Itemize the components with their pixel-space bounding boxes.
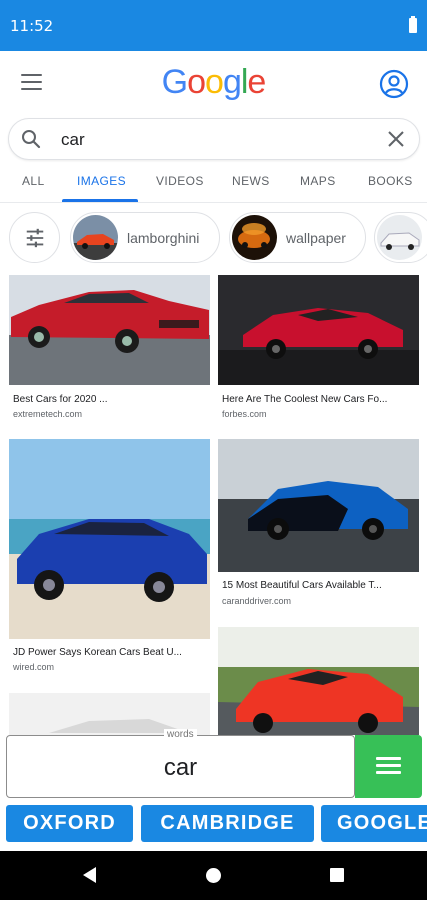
active-tab-indicator xyxy=(62,199,138,202)
clear-icon[interactable] xyxy=(387,130,405,148)
result-source: caranddriver.com xyxy=(222,596,292,606)
word-value: car xyxy=(163,754,198,781)
tab-maps[interactable]: MAPS xyxy=(300,174,336,188)
cambridge-button[interactable]: CAMBRIDGE xyxy=(141,805,314,842)
screen: 11:52 Google ALL IMAGES VIDEOS N xyxy=(0,0,427,900)
chip-thumbnail xyxy=(232,215,277,260)
result-source: forbes.com xyxy=(222,409,267,419)
result-source: wired.com xyxy=(13,662,55,672)
chip-thumbnail xyxy=(377,215,422,260)
result-image xyxy=(218,439,419,572)
result-title: 15 Most Beautiful Cars Available T... xyxy=(222,580,382,591)
image-result[interactable]: Here Are The Coolest New Cars Fo... forb… xyxy=(218,275,419,425)
tune-icon xyxy=(26,228,44,248)
image-result[interactable] xyxy=(218,627,419,735)
navigation-bar xyxy=(0,851,427,900)
word-field-label: words xyxy=(164,729,197,740)
oxford-button[interactable]: OXFORD xyxy=(6,805,133,842)
logo-letter: G xyxy=(161,63,188,101)
search-icon[interactable] xyxy=(21,129,41,149)
result-image xyxy=(218,275,419,385)
tab-books[interactable]: BOOKS xyxy=(368,174,413,188)
related-chips: lamborghini wallpaper xyxy=(0,212,427,264)
account-icon[interactable] xyxy=(379,69,409,99)
filter-chip[interactable] xyxy=(9,212,60,263)
result-title: Best Cars for 2020 ... xyxy=(13,394,108,405)
search-tabs: ALL IMAGES VIDEOS NEWS MAPS BOOKS xyxy=(0,163,427,203)
chip-label: wallpaper xyxy=(286,230,346,246)
google-logo: Google xyxy=(0,63,427,102)
home-icon[interactable] xyxy=(206,868,221,883)
logo-letter: o xyxy=(187,63,206,101)
result-title: JD Power Says Korean Cars Beat U... xyxy=(13,647,182,658)
image-result[interactable]: Best Cars for 2020 ... extremetech.com xyxy=(9,275,210,425)
status-time: 11:52 xyxy=(10,17,54,35)
tab-news[interactable]: NEWS xyxy=(232,174,270,188)
chip-wallpaper[interactable]: wallpaper xyxy=(229,212,366,263)
logo-letter: g xyxy=(222,63,242,101)
back-icon[interactable] xyxy=(83,867,96,883)
result-image xyxy=(9,275,210,385)
result-title: Here Are The Coolest New Cars Fo... xyxy=(222,394,388,405)
search-bar xyxy=(8,118,420,160)
battery-icon xyxy=(409,16,417,33)
app-header: Google xyxy=(0,51,427,115)
list-button[interactable] xyxy=(355,735,422,798)
status-bar: 11:52 xyxy=(0,0,427,51)
result-image xyxy=(218,627,419,735)
result-source: extremetech.com xyxy=(13,409,83,419)
result-image xyxy=(9,439,210,639)
chip-partial[interactable] xyxy=(374,212,427,263)
image-result[interactable]: JD Power Says Korean Cars Beat U... wire… xyxy=(9,439,210,679)
logo-letter: o xyxy=(205,63,224,101)
chip-thumbnail xyxy=(73,215,118,260)
chip-lamborghini[interactable]: lamborghini xyxy=(70,212,220,263)
tab-all[interactable]: ALL xyxy=(22,174,45,188)
logo-letter: e xyxy=(247,63,266,101)
image-result[interactable]: 15 Most Beautiful Cars Available T... ca… xyxy=(218,439,419,614)
search-input[interactable] xyxy=(61,127,361,153)
recents-icon[interactable] xyxy=(330,868,344,882)
list-icon xyxy=(376,757,401,775)
tab-images[interactable]: IMAGES xyxy=(77,174,126,188)
tab-videos[interactable]: VIDEOS xyxy=(156,174,204,188)
google-button[interactable]: GOOGLE xyxy=(321,805,427,842)
word-field[interactable]: words car xyxy=(6,729,355,798)
chip-label: lamborghini xyxy=(127,230,200,246)
